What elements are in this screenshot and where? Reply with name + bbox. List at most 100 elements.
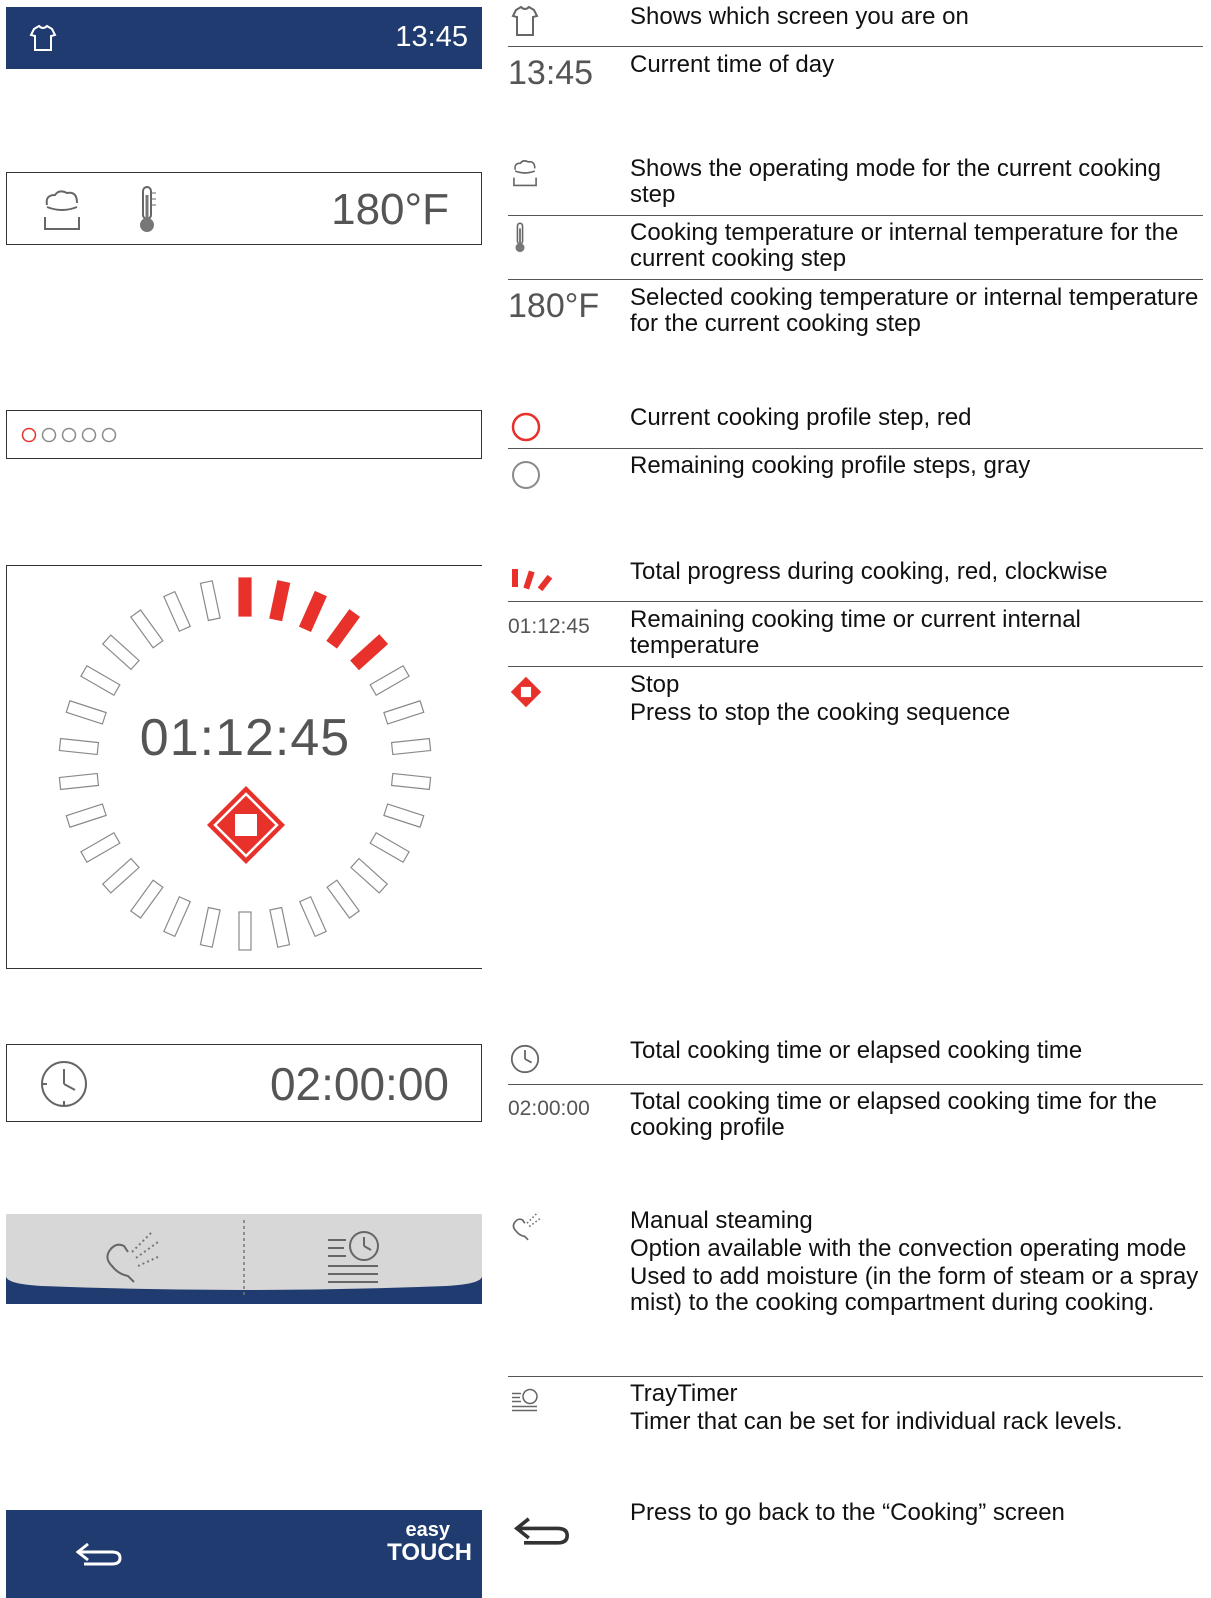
current-time: 13:45 — [395, 21, 468, 53]
divider — [508, 46, 1203, 47]
back-arrow-icon — [510, 1514, 574, 1550]
thermometer-icon — [512, 222, 528, 254]
progress-segment-remaining — [58, 772, 100, 791]
traytimer-icon — [510, 1387, 540, 1417]
traytimer-button[interactable] — [324, 1228, 384, 1286]
legend-text: Total cooking time or elapsed cooking ti… — [630, 1037, 1083, 1064]
legend-text: Remaining cooking time or current intern… — [630, 606, 1081, 659]
legend-row-progress: Total progress during cooking, red, cloc… — [508, 559, 1203, 601]
manual-steaming-button[interactable] — [102, 1228, 162, 1286]
progress-segment-remaining — [101, 857, 140, 894]
total-time-bar: 02:00:00 — [6, 1044, 482, 1122]
manual-steaming-icon — [510, 1210, 544, 1242]
progress-segment-remaining — [350, 857, 389, 894]
progress-segment-remaining — [369, 831, 410, 864]
progress-segment-remaining — [101, 634, 140, 671]
steam-usage: Used to add moisture (in the form of ste… — [630, 1263, 1199, 1316]
legend-text: Press to go back to the “Cooking” screen — [630, 1499, 1065, 1526]
progress-segment-remaining — [390, 772, 432, 791]
legend-row-remaining-step: Remaining cooking profile steps, gray — [508, 453, 1203, 493]
back-arrow-icon[interactable] — [74, 1540, 124, 1570]
steam-pot-icon — [39, 187, 85, 233]
progress-segment-remaining — [326, 879, 361, 919]
action-bar — [6, 1214, 482, 1304]
legend-row-back: Press to go back to the “Cooking” screen — [508, 1500, 1203, 1560]
progress-segment-done — [269, 580, 291, 622]
legend-text: Manual steaming Option available with th… — [630, 1208, 1200, 1316]
divider — [508, 666, 1203, 667]
progress-segment-remaining — [298, 895, 327, 938]
progress-segments-icon — [510, 563, 562, 593]
progress-segment-done — [326, 609, 361, 649]
footer-bar: easy TOUCH — [6, 1510, 482, 1598]
progress-segment-remaining — [163, 590, 192, 633]
step-dot-remaining — [101, 427, 117, 443]
logo-easy: easy — [405, 1519, 451, 1541]
progress-ring — [58, 577, 432, 951]
legend-text: Remaining cooking profile steps, gray — [630, 452, 1031, 479]
logo-touch: TOUCH — [387, 1539, 472, 1566]
steam-pot-icon — [510, 158, 540, 188]
chef-jacket-icon — [510, 4, 540, 38]
divider — [508, 1376, 1203, 1377]
progress-segment-done — [298, 590, 327, 633]
legend-text: Total cooking time or elapsed cooking ti… — [630, 1088, 1157, 1141]
steam-title: Manual steaming — [630, 1207, 813, 1234]
total-time-sample: 02:00:00 — [508, 1097, 590, 1120]
stop-title: Stop — [630, 671, 680, 698]
total-cooking-time: 02:00:00 — [269, 1058, 449, 1110]
cooking-steps-bar — [6, 410, 482, 459]
legend-row-screen-icon: Shows which screen you are on — [508, 4, 1203, 46]
remaining-time: 01:12:45 — [139, 709, 351, 767]
cooking-progress-panel: 01:12:45 — [6, 565, 482, 969]
progress-segment-remaining — [163, 895, 192, 938]
stop-icon — [510, 676, 542, 708]
step-dot-remaining — [41, 427, 57, 443]
legend-text: Current cooking profile step, red — [630, 404, 972, 431]
legend-row-clock: Total cooking time or elapsed cooking ti… — [508, 1038, 1203, 1084]
legend-row-traytimer: TrayTimer Timer that can be set for indi… — [508, 1381, 1203, 1439]
progress-segment-remaining — [199, 580, 221, 622]
cooking-temperature: 180°F — [331, 185, 449, 234]
easytouch-logo: easy TOUCH — [387, 1520, 472, 1566]
clock-icon — [510, 1044, 540, 1074]
legend-row-total-time: 02:00:00 Total cooking time or elapsed c… — [508, 1089, 1203, 1147]
step-dot-current — [21, 427, 37, 443]
legend-row-thermometer: Cooking temperature or internal temperat… — [508, 220, 1203, 278]
divider — [508, 215, 1203, 216]
progress-segment-remaining — [129, 879, 164, 919]
legend-text: Selected cooking temperature or internal… — [630, 284, 1199, 337]
legend-text: TrayTimer Timer that can be set for indi… — [630, 1381, 1200, 1435]
progress-segment-remaining — [129, 609, 164, 649]
progress-segment-remaining — [369, 664, 410, 697]
divider — [508, 1084, 1203, 1085]
legend-row-current-step: Current cooking profile step, red — [508, 405, 1203, 447]
divider — [508, 448, 1203, 449]
legend-row-time: 13:45 Current time of day — [508, 51, 1203, 93]
step-dot-remaining — [81, 427, 97, 443]
legend-text: Stop Press to stop the cooking sequence — [630, 672, 1200, 726]
legend-row-temperature: 180°F Selected cooking temperature or in… — [508, 285, 1203, 343]
clock-icon — [39, 1059, 89, 1109]
stop-button[interactable] — [205, 784, 287, 866]
divider — [508, 279, 1203, 280]
time-sample: 13:45 — [508, 54, 594, 92]
legend-text: Cooking temperature or internal temperat… — [630, 219, 1179, 272]
progress-segment-remaining — [199, 906, 221, 948]
header-bar: 13:45 — [6, 7, 482, 69]
current-step-circle-icon — [510, 411, 542, 443]
tray-title: TrayTimer — [630, 1380, 738, 1407]
progress-segment-done — [350, 634, 389, 671]
temperature-sample: 180°F — [508, 287, 600, 325]
legend-row-stop: Stop Press to stop the cooking sequence — [508, 672, 1203, 730]
tray-desc: Timer that can be set for individual rac… — [630, 1408, 1123, 1435]
remaining-step-circle-icon — [510, 459, 542, 491]
legend-text: Total progress during cooking, red, cloc… — [630, 558, 1108, 585]
legend-text: Current time of day — [630, 51, 835, 78]
thermometer-icon — [135, 185, 159, 235]
progress-segment-remaining — [65, 803, 107, 828]
remaining-time-sample: 01:12:45 — [508, 615, 590, 638]
legend-text: Shows the operating mode for the current… — [630, 155, 1161, 208]
progress-segment-remaining — [80, 831, 121, 864]
stop-desc: Press to stop the cooking sequence — [630, 699, 1011, 726]
